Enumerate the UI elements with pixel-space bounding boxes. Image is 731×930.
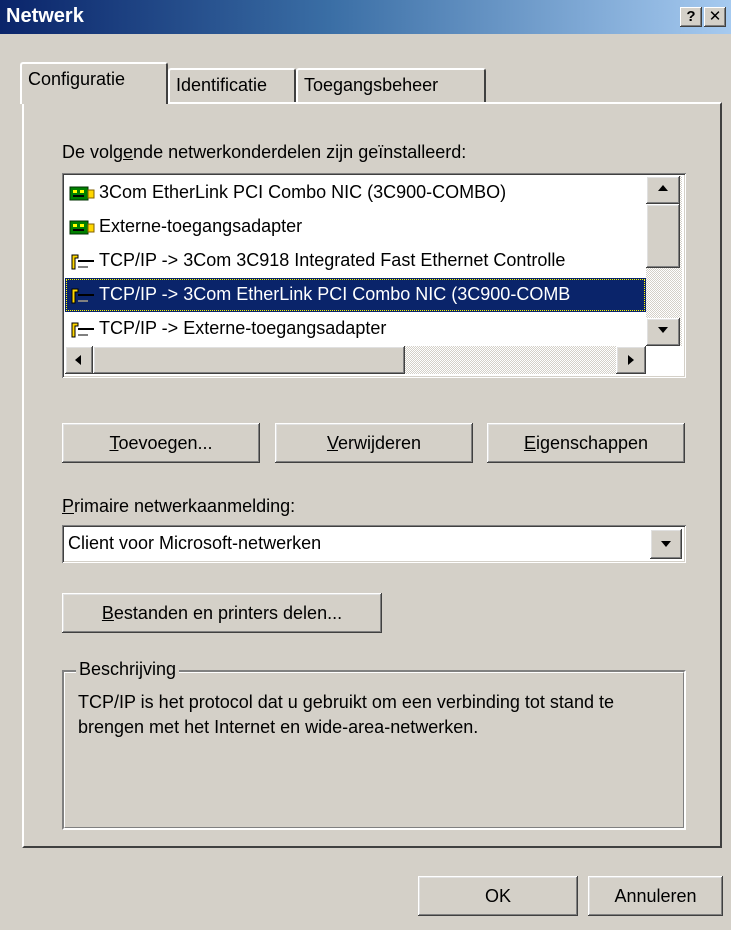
list-item-label: TCP/IP -> 3Com 3C918 Integrated Fast Eth… (99, 250, 566, 270)
list-item[interactable]: TCP/IP -> 3Com EtherLink PCI Combo NIC (… (65, 278, 646, 312)
list-item[interactable]: 3Com EtherLink PCI Combo NIC (3C900-COMB… (65, 176, 646, 210)
components-list[interactable]: 3Com EtherLink PCI Combo NIC (3C900-COMB… (62, 173, 686, 378)
horizontal-scroll-thumb[interactable] (93, 346, 405, 374)
primary-logon-value: Client voor Microsoft-netwerken (68, 533, 322, 553)
tab-label: Configuratie (28, 69, 126, 89)
description-legend: Beschrijving (76, 659, 180, 680)
window-title: Netwerk (6, 5, 84, 27)
description-text: TCP/IP is het protocol dat u gebruikt om… (78, 692, 614, 737)
scroll-up-button[interactable] (646, 176, 680, 204)
vertical-scroll-thumb[interactable] (646, 204, 680, 268)
network-dialog: Netwerk ? ✕ Configuratie Identificatie T… (0, 0, 731, 930)
protocol-icon (69, 250, 95, 270)
help-button[interactable]: ? (680, 7, 702, 27)
network-adapter-icon (69, 216, 95, 236)
arrow-down-icon (658, 327, 668, 333)
file-printer-sharing-button[interactable]: Bestanden en printers delen... (62, 593, 382, 633)
description-group: Beschrijving TCP/IP is het protocol dat … (62, 659, 686, 830)
list-item-label: TCP/IP -> 3Com EtherLink PCI Combo NIC (… (99, 284, 571, 304)
list-item-label: Externe-toegangsadapter (99, 216, 303, 236)
chevron-down-icon (661, 541, 671, 547)
scroll-down-button[interactable] (646, 318, 680, 346)
ok-button[interactable]: OK (418, 876, 578, 916)
tab-toegangsbeheer[interactable]: Toegangsbeheer (296, 68, 486, 102)
arrow-up-icon (658, 185, 668, 191)
arrow-right-icon (628, 355, 634, 365)
horizontal-scrollbar[interactable] (65, 346, 646, 374)
protocol-icon (69, 284, 95, 304)
tab-label: Toegangsbeheer (304, 75, 439, 95)
dropdown-button[interactable] (650, 529, 682, 559)
properties-button[interactable]: Eigenschappen (487, 423, 685, 463)
add-button[interactable]: Toevoegen... (62, 423, 260, 463)
list-item[interactable]: TCP/IP -> Externe-toegangsadapter (65, 312, 646, 346)
cancel-button[interactable]: Annuleren (588, 876, 723, 916)
arrow-left-icon (75, 355, 81, 365)
tab-identificatie[interactable]: Identificatie (168, 68, 296, 102)
close-button[interactable]: ✕ (704, 7, 726, 27)
network-adapter-icon (69, 182, 95, 202)
primary-logon-select[interactable]: Client voor Microsoft-netwerken (62, 525, 686, 563)
vertical-scrollbar[interactable] (646, 176, 682, 346)
list-item[interactable]: TCP/IP -> 3Com 3C918 Integrated Fast Eth… (65, 244, 646, 278)
list-item[interactable]: Externe-toegangsadapter (65, 210, 646, 244)
scroll-left-button[interactable] (65, 346, 93, 374)
list-item-label: 3Com EtherLink PCI Combo NIC (3C900-COMB… (99, 182, 507, 202)
primary-logon-label: Primaire netwerkaanmelding: (62, 496, 296, 516)
tab-label: Identificatie (176, 75, 268, 95)
title-bar[interactable]: Netwerk ? ✕ (0, 0, 731, 34)
protocol-icon (69, 318, 95, 338)
remove-button[interactable]: Verwijderen (275, 423, 473, 463)
installed-components-label: De volgende netwerkonderdelen zijn geïns… (62, 142, 467, 162)
tab-configuratie[interactable]: Configuratie (20, 62, 168, 104)
scroll-right-button[interactable] (616, 346, 646, 374)
list-item-label: TCP/IP -> Externe-toegangsadapter (99, 318, 387, 338)
